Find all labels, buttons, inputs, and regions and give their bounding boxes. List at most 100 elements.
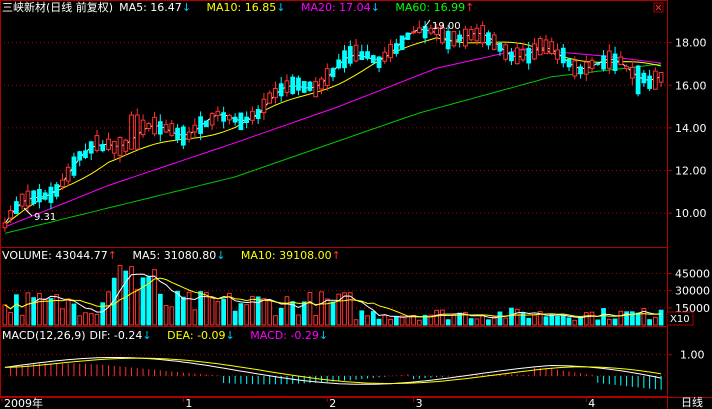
volume-bar [606, 318, 612, 326]
candle-body [19, 193, 25, 207]
volume-bar [652, 316, 658, 326]
candle-body [416, 27, 422, 33]
volume-bar [353, 319, 359, 326]
candle-body [192, 124, 198, 133]
candle-body [278, 83, 284, 97]
price-panel-frame [0, 0, 668, 248]
candle-body [48, 186, 54, 203]
candle-body [543, 39, 549, 55]
candle-body [641, 72, 647, 84]
candle-body [624, 65, 629, 70]
candle-body [88, 141, 94, 154]
candle-body [330, 68, 336, 78]
candle-body [146, 123, 152, 130]
candle-body [255, 108, 261, 120]
volume-bar [514, 308, 520, 326]
macd-value: MACD: -0.29↓ [250, 329, 329, 342]
price-tick-label: 16.00 [675, 79, 707, 92]
candle-body [117, 137, 123, 156]
volume-bar [434, 309, 439, 326]
price-tick-label: 14.00 [675, 122, 707, 135]
volume-bar [474, 318, 480, 326]
candle-body [100, 144, 106, 152]
macd-title[interactable]: MACD(12,26,9) [2, 329, 86, 342]
candle-body [629, 66, 635, 79]
volume-ma5-value: MA5: 31080.80↓ [132, 249, 226, 262]
candle-body [509, 52, 514, 62]
volume-bar [88, 313, 94, 326]
stock-chart[interactable]: 10.0012.0014.0016.0018.00150003000045000… [0, 0, 712, 409]
stock-name[interactable]: 三峡新材(日线 前复权) [2, 1, 113, 14]
volume-bar [365, 315, 370, 326]
candle-body [532, 43, 537, 60]
volume-bar [273, 315, 278, 326]
volume-bar-series[interactable] [2, 264, 664, 326]
volume-bar [647, 319, 652, 326]
candle-body [347, 46, 353, 64]
candle-body [520, 49, 526, 61]
volume-header: VOLUME: 43044.77↑ MA5: 31080.80↓ MA10: 3… [2, 249, 353, 263]
volume-bar [324, 298, 330, 326]
candle-body [221, 112, 226, 122]
volume-bar [526, 317, 532, 326]
candle-body [261, 98, 267, 114]
volume-bar [209, 297, 215, 326]
candle-body [37, 188, 42, 203]
candle-body [203, 120, 209, 128]
volume-bar [445, 319, 451, 326]
candle-body [134, 114, 140, 150]
volume-bar [94, 313, 100, 326]
candle-body [267, 92, 273, 104]
volume-bar [486, 319, 491, 326]
date-tick-label: 1 [185, 397, 192, 409]
volume-bar [549, 314, 555, 326]
candle-body [463, 28, 468, 47]
volume-bar [48, 298, 54, 326]
volume-bar [60, 308, 65, 326]
dif-value: DIF: -0.24↓ [89, 329, 152, 342]
candle-body [388, 44, 393, 59]
candle-body [175, 127, 180, 140]
volume-bar [42, 298, 48, 326]
candle-body [342, 50, 347, 69]
volume-bar [2, 304, 8, 326]
volume-bar [261, 297, 267, 326]
chart-corner-controls[interactable] [653, 2, 664, 13]
volume-bar [555, 316, 560, 326]
candle-body [491, 34, 497, 50]
ma60-trend-icon: ↑ [465, 1, 475, 14]
volume-bar [509, 307, 514, 326]
volume-ma5-trend-icon: ↓ [216, 249, 226, 262]
candle-body [140, 119, 146, 136]
price-tick-label: 10.00 [675, 207, 707, 220]
candle-body [273, 88, 278, 99]
volume-bar [19, 314, 25, 326]
candle-body [445, 30, 451, 50]
candle-body [451, 31, 457, 47]
candle-body [647, 75, 652, 89]
ma10-trend-icon: ↓ [276, 1, 286, 14]
volume-bar [71, 303, 77, 326]
volume-bar [255, 296, 261, 326]
macd-lines [4, 357, 662, 385]
candle-body [468, 29, 474, 41]
volume-bar [134, 288, 140, 326]
candle-body [169, 123, 175, 136]
candle-body [503, 44, 509, 60]
close-icon[interactable] [655, 4, 662, 11]
volume-bar [480, 314, 486, 326]
volume-bar [658, 309, 664, 326]
volume-bar [267, 299, 273, 326]
volume-bar [532, 314, 537, 326]
candle-body [123, 139, 129, 152]
candle-body [359, 51, 365, 61]
candlestick-series[interactable] [2, 20, 664, 232]
volume-bar [330, 301, 336, 326]
candle-body [284, 80, 290, 93]
candle-body [71, 156, 77, 176]
volume-bar [215, 301, 221, 326]
candle-body [106, 138, 111, 150]
volume-bar [382, 314, 388, 326]
candle-body [301, 81, 307, 93]
volume-unit-badge: X10 [666, 311, 694, 326]
